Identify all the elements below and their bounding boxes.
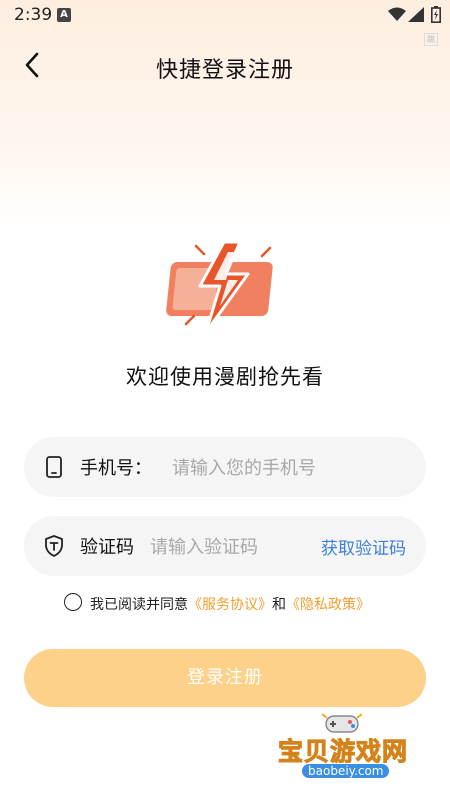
phone-field: 手机号： bbox=[24, 437, 426, 497]
agreement: 我已阅读并同意《服务协议》和《隐私政策》 bbox=[64, 592, 404, 616]
signal-icon bbox=[408, 7, 424, 22]
shield-icon bbox=[45, 535, 63, 557]
code-input[interactable] bbox=[148, 528, 320, 566]
agreement-middle: 和 bbox=[272, 597, 286, 613]
status-bar: 2:39 A bbox=[0, 0, 450, 30]
nav-bar: 快捷登录注册 bbox=[0, 40, 450, 92]
get-code-button[interactable]: 获取验证码 bbox=[321, 534, 406, 559]
welcome-text: 欢迎使用漫剧抢先看 bbox=[126, 365, 324, 389]
watermark: 宝贝游戏网 baobeiy.com bbox=[272, 708, 422, 798]
code-field: 验证码 获取验证码 bbox=[24, 516, 426, 576]
code-label: 验证码 bbox=[80, 537, 134, 558]
watermark-text: 宝贝游戏网 bbox=[277, 737, 409, 767]
phone-label: 手机号： bbox=[80, 458, 152, 479]
watermark-url: baobeiy.com bbox=[302, 764, 390, 778]
service-agreement-link[interactable]: 《服务协议》 bbox=[188, 597, 272, 613]
phone-input[interactable] bbox=[170, 449, 410, 487]
agreement-prefix: 我已阅读并同意 bbox=[90, 597, 188, 613]
phone-icon bbox=[46, 456, 62, 478]
login-register-button[interactable]: 登录注册 bbox=[24, 649, 426, 707]
agreement-text: 我已阅读并同意《服务协议》和《隐私政策》 bbox=[90, 594, 370, 614]
notification-a-icon: A bbox=[57, 8, 71, 22]
status-time: 2:39 bbox=[14, 5, 53, 25]
page-title: 快捷登录注册 bbox=[155, 58, 294, 83]
battery-icon bbox=[431, 6, 441, 23]
privacy-policy-link[interactable]: 《隐私政策》 bbox=[286, 597, 370, 613]
lightning-logo-icon bbox=[166, 240, 273, 334]
wifi-icon bbox=[388, 7, 406, 21]
agreement-checkbox[interactable] bbox=[64, 593, 82, 611]
